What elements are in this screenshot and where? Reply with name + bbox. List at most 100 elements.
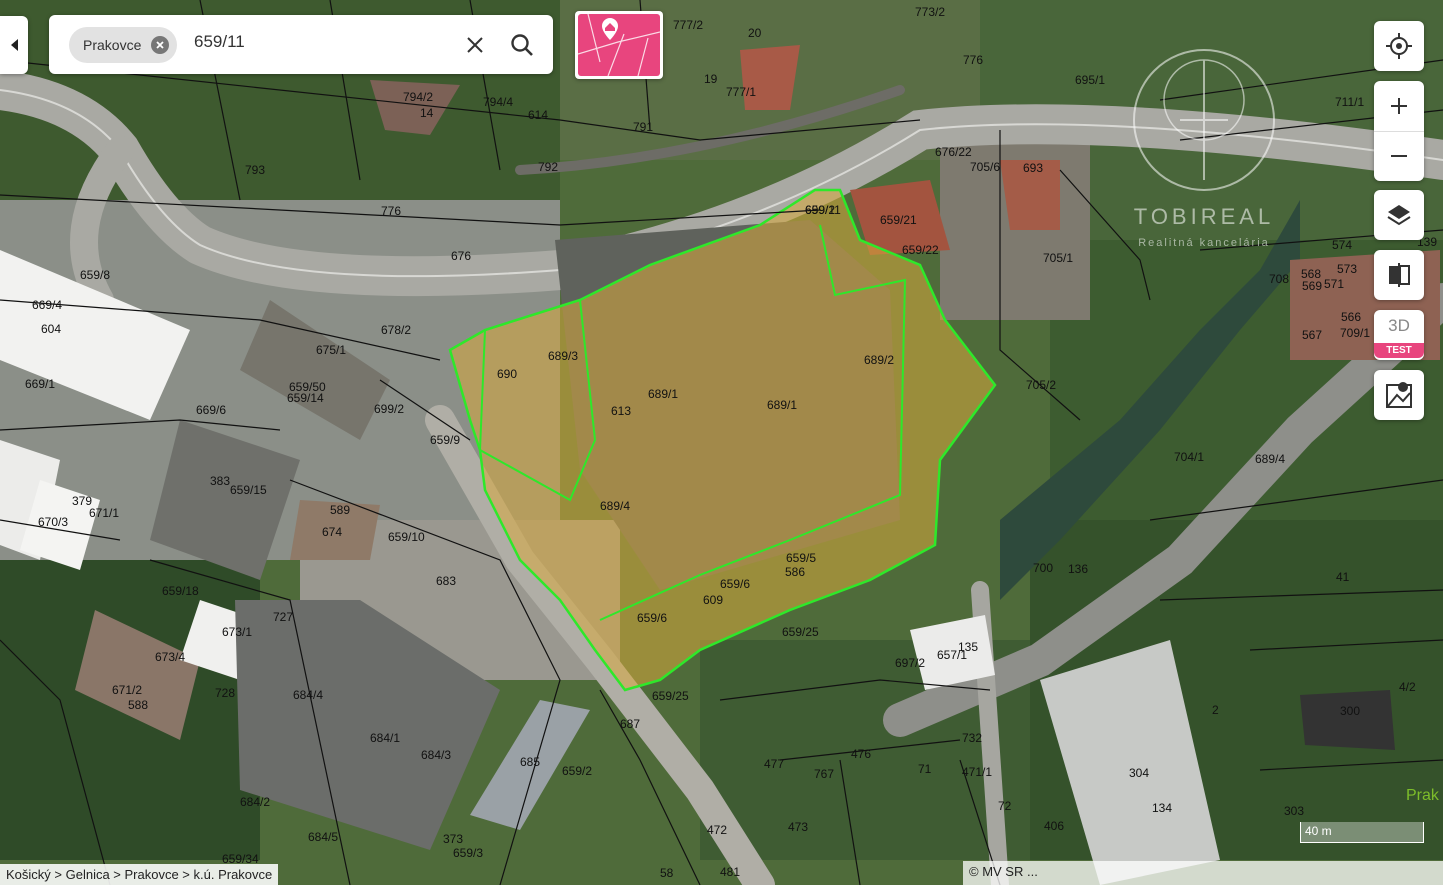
parcel-label: 573	[1337, 262, 1357, 276]
parcel-label: 609	[703, 593, 723, 607]
parcel-label: 2	[1212, 703, 1219, 717]
layers-button[interactable]	[1374, 190, 1424, 240]
search-bar[interactable]: Prakovce 659/11	[49, 15, 553, 74]
parcel-label: 659/22	[902, 243, 939, 257]
cadastre-map-icon	[578, 14, 660, 76]
search-icon[interactable]	[509, 32, 535, 58]
map-pin-icon	[1386, 382, 1412, 408]
parcel-label: 574	[1332, 238, 1352, 252]
parcel-label: 477	[764, 757, 784, 771]
chevron-left-icon	[10, 39, 18, 51]
parcel-label: 567	[1302, 328, 1322, 342]
parcel-label: 673/4	[155, 650, 185, 664]
parcel-label: 685	[520, 755, 540, 769]
layers-icon	[1387, 205, 1411, 226]
parcel-label: 675/1	[316, 343, 346, 357]
parcel-label: 705/2	[1026, 378, 1056, 392]
map-marker-button[interactable]	[1374, 370, 1424, 420]
parcel-label: 695/1	[1075, 73, 1105, 87]
parcel-label: 659/15	[230, 483, 267, 497]
parcel-label: 676	[451, 249, 471, 263]
parcel-label: 699/2	[374, 402, 404, 416]
parcel-label: 689/2	[864, 353, 894, 367]
location-chip[interactable]: Prakovce	[69, 27, 178, 63]
clear-icon[interactable]	[463, 33, 487, 57]
parcel-label: 767	[814, 767, 834, 781]
parcel-label: 473	[788, 820, 808, 834]
parcel-label: 476	[851, 747, 871, 761]
parcel-label: 588	[128, 698, 148, 712]
parcel-label: 684/1	[370, 731, 400, 745]
parcel-label: 135	[958, 640, 978, 654]
parcel-label: 4/2	[1399, 680, 1416, 694]
parcel-label: 659/25	[652, 689, 689, 703]
location-chip-label: Prakovce	[83, 37, 142, 53]
parcel-label: 673/1	[222, 625, 252, 639]
parcel-label: 300	[1340, 704, 1360, 718]
split-view-icon	[1389, 263, 1410, 287]
test-badge: TEST	[1374, 343, 1424, 358]
zoom-out-button[interactable]	[1374, 132, 1424, 182]
3d-label: 3D	[1388, 316, 1410, 335]
breadcrumb: Košický > Gelnica > Prakovce > k.ú. Prak…	[0, 864, 279, 885]
parcel-label: 41	[1336, 570, 1350, 584]
parcel-label: 589	[330, 503, 350, 517]
parcel-label: 659/9	[430, 433, 460, 447]
parcel-label: 794/4	[483, 95, 513, 109]
parcel-label: 659/3	[453, 846, 483, 860]
search-input[interactable]: 659/11	[194, 32, 245, 52]
parcel-label: 571	[1324, 277, 1344, 291]
collapse-panel-button[interactable]	[0, 16, 28, 74]
parcel-label: 727	[273, 610, 293, 624]
parcel-label: 689/4	[600, 499, 630, 513]
parcel-label: 472	[707, 823, 727, 837]
parcel-label: 586	[785, 565, 805, 579]
map-attribution[interactable]: © MV SR ...	[963, 861, 1443, 885]
parcel-label: 689/1	[648, 387, 678, 401]
parcel-label: 697/2	[895, 656, 925, 670]
parcel-label: 690	[497, 367, 517, 381]
locate-me-button[interactable]	[1374, 21, 1424, 71]
parcel-label: 705/6	[970, 160, 1000, 174]
parcel-label: 791	[633, 120, 653, 134]
parcel-label: 709/1	[1340, 326, 1370, 340]
parcel-label: 671/2	[112, 683, 142, 697]
parcel-label: 481	[720, 865, 740, 879]
parcel-label: 604	[41, 322, 61, 336]
scale-label: 40 m	[1305, 824, 1332, 838]
parcel-label: 659/5	[786, 551, 816, 565]
parcel-label: 58	[660, 866, 674, 880]
parcel-label: 794/2	[403, 90, 433, 104]
parcel-label: 683	[436, 574, 456, 588]
minus-icon	[1391, 155, 1407, 158]
crosshair-icon	[1386, 33, 1412, 59]
parcel-label: 776	[963, 53, 983, 67]
parcel-label: 684/2	[240, 795, 270, 809]
chip-remove-icon[interactable]	[151, 36, 170, 54]
compare-view-button[interactable]	[1374, 250, 1424, 300]
parcel-label: 684/4	[293, 688, 323, 702]
parcel-label: 383	[210, 474, 230, 488]
parcel-label: 678/2	[381, 323, 411, 337]
parcel-label: 569	[1302, 279, 1322, 293]
cadastre-layer-button[interactable]	[575, 11, 663, 79]
3d-view-button[interactable]: 3D TEST	[1374, 310, 1424, 360]
parcel-label: 373	[443, 832, 463, 846]
parcel-label: 379	[72, 494, 92, 508]
parcel-label: 134	[1152, 801, 1172, 815]
parcel-label: 659/50	[289, 380, 326, 394]
parcel-label: 711/1	[1335, 95, 1364, 109]
parcel-label: 793	[245, 163, 265, 177]
satellite-cadastre-map[interactable]: 659/11659/21659/22689/3689/1689/1689/268…	[0, 0, 1443, 885]
parcel-label: 776	[381, 204, 401, 218]
parcel-label: 659/2	[562, 764, 592, 778]
zoom-in-button[interactable]	[1374, 81, 1424, 132]
parcel-label: 728	[215, 686, 235, 700]
parcel-label: 676/22	[935, 145, 972, 159]
parcel-label: 406	[1044, 819, 1064, 833]
parcel-label: 659/10	[388, 530, 425, 544]
parcel-label: 684/3	[421, 748, 451, 762]
place-label: Prak	[1406, 787, 1440, 804]
parcel-label: 659/25	[782, 625, 819, 639]
parcel-label: 671/1	[89, 506, 119, 520]
